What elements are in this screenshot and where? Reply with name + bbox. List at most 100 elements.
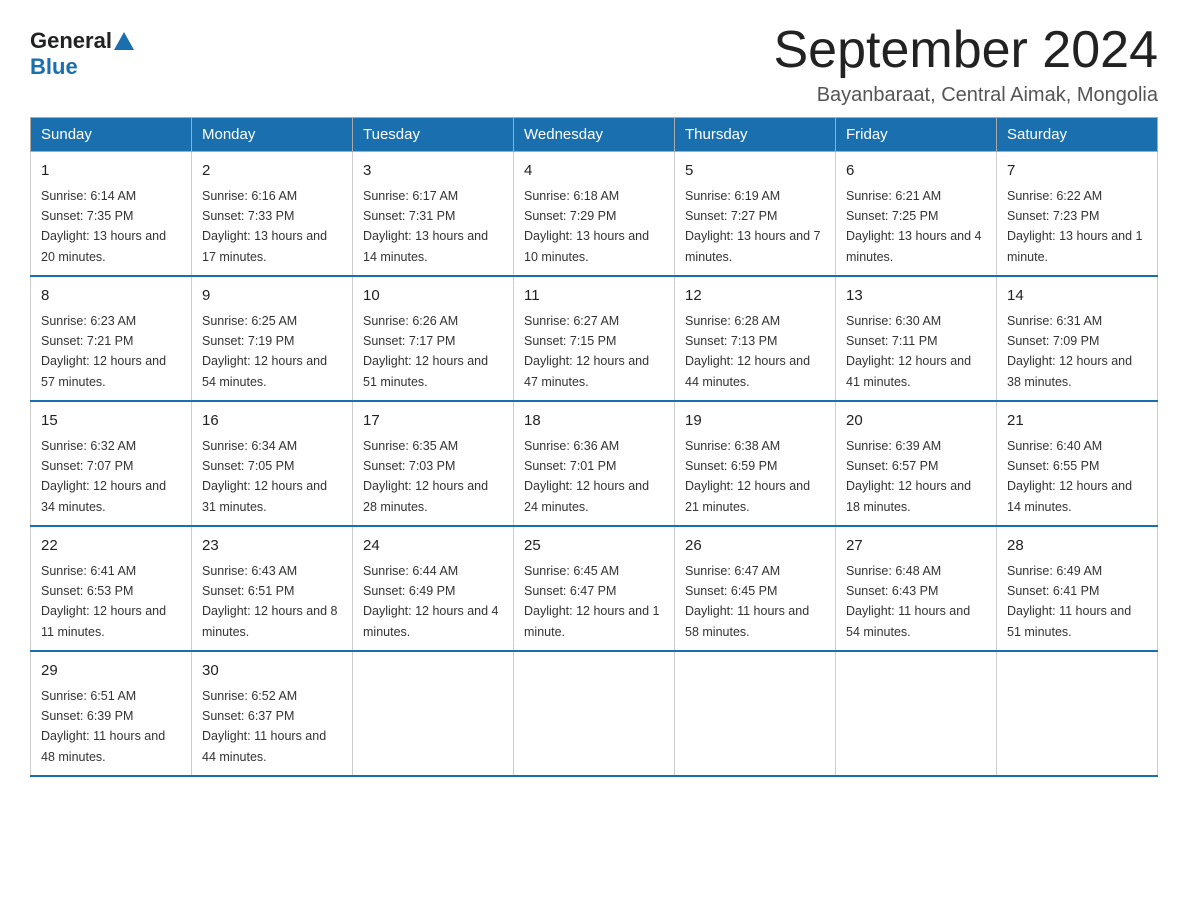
day-info: Sunrise: 6:43 AMSunset: 6:51 PMDaylight:… — [202, 564, 338, 639]
calendar-cell: 26 Sunrise: 6:47 AMSunset: 6:45 PMDaylig… — [675, 526, 836, 651]
logo-blue-text: Blue — [30, 54, 78, 79]
calendar-cell: 23 Sunrise: 6:43 AMSunset: 6:51 PMDaylig… — [192, 526, 353, 651]
day-number: 25 — [524, 535, 664, 558]
day-info: Sunrise: 6:19 AMSunset: 7:27 PMDaylight:… — [685, 189, 821, 264]
calendar-cell: 27 Sunrise: 6:48 AMSunset: 6:43 PMDaylig… — [836, 526, 997, 651]
day-number: 10 — [363, 285, 503, 308]
calendar-cell: 24 Sunrise: 6:44 AMSunset: 6:49 PMDaylig… — [353, 526, 514, 651]
day-number: 4 — [524, 160, 664, 183]
day-info: Sunrise: 6:45 AMSunset: 6:47 PMDaylight:… — [524, 564, 660, 639]
calendar-cell: 18 Sunrise: 6:36 AMSunset: 7:01 PMDaylig… — [514, 401, 675, 526]
day-number: 17 — [363, 410, 503, 433]
day-info: Sunrise: 6:28 AMSunset: 7:13 PMDaylight:… — [685, 314, 810, 389]
calendar-week-row: 8 Sunrise: 6:23 AMSunset: 7:21 PMDayligh… — [31, 276, 1158, 401]
calendar-cell: 16 Sunrise: 6:34 AMSunset: 7:05 PMDaylig… — [192, 401, 353, 526]
day-number: 22 — [41, 535, 181, 558]
calendar-cell — [675, 651, 836, 776]
calendar-cell — [353, 651, 514, 776]
calendar-week-row: 15 Sunrise: 6:32 AMSunset: 7:07 PMDaylig… — [31, 401, 1158, 526]
day-info: Sunrise: 6:32 AMSunset: 7:07 PMDaylight:… — [41, 439, 166, 514]
day-number: 8 — [41, 285, 181, 308]
day-info: Sunrise: 6:23 AMSunset: 7:21 PMDaylight:… — [41, 314, 166, 389]
day-number: 28 — [1007, 535, 1147, 558]
logo-general-text: General — [30, 28, 112, 54]
calendar-cell: 21 Sunrise: 6:40 AMSunset: 6:55 PMDaylig… — [997, 401, 1158, 526]
day-number: 19 — [685, 410, 825, 433]
day-number: 1 — [41, 160, 181, 183]
calendar-cell: 2 Sunrise: 6:16 AMSunset: 7:33 PMDayligh… — [192, 152, 353, 277]
calendar-cell: 29 Sunrise: 6:51 AMSunset: 6:39 PMDaylig… — [31, 651, 192, 776]
day-number: 14 — [1007, 285, 1147, 308]
day-number: 30 — [202, 660, 342, 683]
calendar-cell: 13 Sunrise: 6:30 AMSunset: 7:11 PMDaylig… — [836, 276, 997, 401]
calendar-cell: 7 Sunrise: 6:22 AMSunset: 7:23 PMDayligh… — [997, 152, 1158, 277]
calendar-cell: 1 Sunrise: 6:14 AMSunset: 7:35 PMDayligh… — [31, 152, 192, 277]
month-title: September 2024 — [774, 20, 1159, 80]
day-info: Sunrise: 6:31 AMSunset: 7:09 PMDaylight:… — [1007, 314, 1132, 389]
day-info: Sunrise: 6:47 AMSunset: 6:45 PMDaylight:… — [685, 564, 809, 639]
weekday-header-saturday: Saturday — [997, 118, 1158, 152]
calendar-cell: 22 Sunrise: 6:41 AMSunset: 6:53 PMDaylig… — [31, 526, 192, 651]
day-number: 26 — [685, 535, 825, 558]
weekday-header-tuesday: Tuesday — [353, 118, 514, 152]
day-info: Sunrise: 6:52 AMSunset: 6:37 PMDaylight:… — [202, 689, 326, 764]
title-area: September 2024 Bayanbaraat, Central Aima… — [774, 20, 1159, 107]
calendar-week-row: 1 Sunrise: 6:14 AMSunset: 7:35 PMDayligh… — [31, 152, 1158, 277]
day-info: Sunrise: 6:39 AMSunset: 6:57 PMDaylight:… — [846, 439, 971, 514]
day-info: Sunrise: 6:51 AMSunset: 6:39 PMDaylight:… — [41, 689, 165, 764]
day-info: Sunrise: 6:36 AMSunset: 7:01 PMDaylight:… — [524, 439, 649, 514]
calendar-cell: 3 Sunrise: 6:17 AMSunset: 7:31 PMDayligh… — [353, 152, 514, 277]
day-info: Sunrise: 6:16 AMSunset: 7:33 PMDaylight:… — [202, 189, 327, 264]
weekday-header-sunday: Sunday — [31, 118, 192, 152]
calendar-cell: 11 Sunrise: 6:27 AMSunset: 7:15 PMDaylig… — [514, 276, 675, 401]
day-info: Sunrise: 6:30 AMSunset: 7:11 PMDaylight:… — [846, 314, 971, 389]
day-info: Sunrise: 6:26 AMSunset: 7:17 PMDaylight:… — [363, 314, 488, 389]
calendar-cell: 9 Sunrise: 6:25 AMSunset: 7:19 PMDayligh… — [192, 276, 353, 401]
day-info: Sunrise: 6:25 AMSunset: 7:19 PMDaylight:… — [202, 314, 327, 389]
day-number: 23 — [202, 535, 342, 558]
calendar-cell — [514, 651, 675, 776]
day-number: 11 — [524, 285, 664, 308]
day-number: 21 — [1007, 410, 1147, 433]
calendar-cell: 12 Sunrise: 6:28 AMSunset: 7:13 PMDaylig… — [675, 276, 836, 401]
day-number: 3 — [363, 160, 503, 183]
calendar-cell — [997, 651, 1158, 776]
day-info: Sunrise: 6:41 AMSunset: 6:53 PMDaylight:… — [41, 564, 166, 639]
calendar-cell: 25 Sunrise: 6:45 AMSunset: 6:47 PMDaylig… — [514, 526, 675, 651]
header: General Blue September 2024 Bayanbaraat,… — [30, 20, 1158, 107]
day-number: 20 — [846, 410, 986, 433]
day-number: 29 — [41, 660, 181, 683]
day-info: Sunrise: 6:38 AMSunset: 6:59 PMDaylight:… — [685, 439, 810, 514]
calendar-cell: 15 Sunrise: 6:32 AMSunset: 7:07 PMDaylig… — [31, 401, 192, 526]
day-info: Sunrise: 6:34 AMSunset: 7:05 PMDaylight:… — [202, 439, 327, 514]
day-info: Sunrise: 6:48 AMSunset: 6:43 PMDaylight:… — [846, 564, 970, 639]
calendar-cell: 10 Sunrise: 6:26 AMSunset: 7:17 PMDaylig… — [353, 276, 514, 401]
day-number: 7 — [1007, 160, 1147, 183]
day-info: Sunrise: 6:21 AMSunset: 7:25 PMDaylight:… — [846, 189, 982, 264]
calendar-cell: 4 Sunrise: 6:18 AMSunset: 7:29 PMDayligh… — [514, 152, 675, 277]
calendar-cell: 14 Sunrise: 6:31 AMSunset: 7:09 PMDaylig… — [997, 276, 1158, 401]
day-number: 6 — [846, 160, 986, 183]
day-info: Sunrise: 6:44 AMSunset: 6:49 PMDaylight:… — [363, 564, 499, 639]
location-title: Bayanbaraat, Central Aimak, Mongolia — [774, 84, 1159, 107]
weekday-header-thursday: Thursday — [675, 118, 836, 152]
weekday-header-wednesday: Wednesday — [514, 118, 675, 152]
day-info: Sunrise: 6:40 AMSunset: 6:55 PMDaylight:… — [1007, 439, 1132, 514]
weekday-header-friday: Friday — [836, 118, 997, 152]
day-info: Sunrise: 6:18 AMSunset: 7:29 PMDaylight:… — [524, 189, 649, 264]
calendar-cell: 17 Sunrise: 6:35 AMSunset: 7:03 PMDaylig… — [353, 401, 514, 526]
weekday-header-monday: Monday — [192, 118, 353, 152]
calendar-cell: 5 Sunrise: 6:19 AMSunset: 7:27 PMDayligh… — [675, 152, 836, 277]
day-info: Sunrise: 6:22 AMSunset: 7:23 PMDaylight:… — [1007, 189, 1143, 264]
day-number: 2 — [202, 160, 342, 183]
calendar-cell: 8 Sunrise: 6:23 AMSunset: 7:21 PMDayligh… — [31, 276, 192, 401]
calendar-week-row: 22 Sunrise: 6:41 AMSunset: 6:53 PMDaylig… — [31, 526, 1158, 651]
calendar-cell: 28 Sunrise: 6:49 AMSunset: 6:41 PMDaylig… — [997, 526, 1158, 651]
day-number: 18 — [524, 410, 664, 433]
day-number: 13 — [846, 285, 986, 308]
day-number: 27 — [846, 535, 986, 558]
calendar-cell: 6 Sunrise: 6:21 AMSunset: 7:25 PMDayligh… — [836, 152, 997, 277]
day-info: Sunrise: 6:17 AMSunset: 7:31 PMDaylight:… — [363, 189, 488, 264]
day-info: Sunrise: 6:35 AMSunset: 7:03 PMDaylight:… — [363, 439, 488, 514]
day-info: Sunrise: 6:14 AMSunset: 7:35 PMDaylight:… — [41, 189, 166, 264]
